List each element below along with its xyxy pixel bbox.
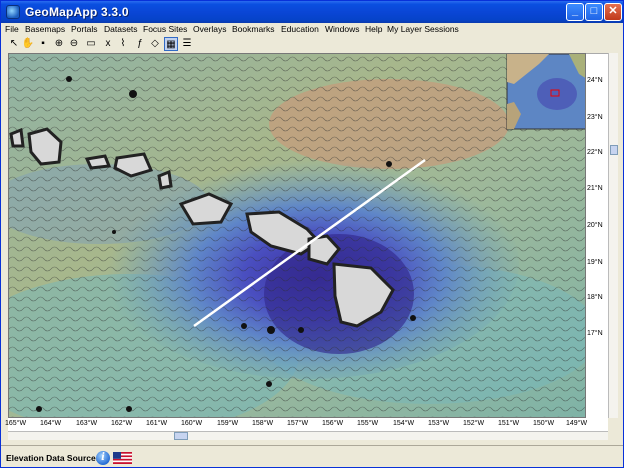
menu-bookmarks[interactable]: Bookmarks (232, 24, 275, 34)
maximize-icon: □ (590, 5, 598, 17)
xy-plot-icon[interactable]: x (101, 37, 115, 51)
latitude-tick-label: 21°N (587, 185, 603, 192)
vertical-scroll-thumb[interactable] (610, 145, 618, 155)
app-window: GeoMapApp 3.3.0 _ □ ✕ File Basemaps Port… (0, 0, 624, 468)
longitude-tick-label: 162°W (111, 420, 133, 427)
zoom-out-icon[interactable]: ⊖ (67, 37, 81, 51)
longitude-tick-label: 152°W (463, 420, 485, 427)
minimize-button[interactable]: _ (566, 3, 584, 21)
latitude-tick-label: 17°N (587, 330, 603, 337)
close-icon: ✕ (608, 5, 618, 17)
longitude-tick-label: 155°W (357, 420, 379, 427)
close-button[interactable]: ✕ (604, 3, 622, 21)
menu-focus-sites[interactable]: Focus Sites (143, 24, 187, 34)
longitude-tick-label: 158°W (252, 420, 274, 427)
longitude-tick-label: 161°W (146, 420, 168, 427)
overview-inset (506, 54, 585, 130)
shape-icon[interactable]: ◇ (148, 37, 162, 51)
profile-tool-icon[interactable]: ⌇ (116, 37, 130, 51)
status-bar: Elevation Data Sources i (1, 445, 623, 467)
latitude-tick-label: 23°N (587, 114, 603, 121)
bathymetry-map[interactable] (9, 54, 586, 418)
maximize-button[interactable]: □ (585, 3, 603, 21)
menu-overlays[interactable]: Overlays (193, 24, 227, 34)
layer-list-icon[interactable]: ☰ (180, 37, 194, 51)
longitude-tick-label: 154°W (393, 420, 415, 427)
us-flag-icon[interactable] (113, 452, 132, 464)
menu-datasets[interactable]: Datasets (104, 24, 138, 34)
menu-bar: File Basemaps Portals Datasets Focus Sit… (1, 23, 623, 37)
longitude-tick-label: 164°W (40, 420, 62, 427)
menu-portals[interactable]: Portals (71, 24, 97, 34)
map-view[interactable] (8, 53, 586, 418)
latitude-tick-label: 18°N (587, 294, 603, 301)
latitude-tick-label: 20°N (587, 222, 603, 229)
horizontal-scrollbar[interactable] (8, 431, 608, 440)
longitude-tick-label: 156°W (322, 420, 344, 427)
window-title: GeoMapApp 3.3.0 (25, 5, 129, 19)
longitude-tick-label: 165°W (5, 420, 27, 427)
menu-my-layer-sessions[interactable]: My Layer Sessions (387, 24, 459, 34)
info-icon[interactable]: i (96, 451, 110, 465)
menu-basemaps[interactable]: Basemaps (25, 24, 65, 34)
menu-file[interactable]: File (5, 24, 19, 34)
longitude-tick-label: 149°W (566, 420, 588, 427)
menu-windows[interactable]: Windows (325, 24, 359, 34)
grid-icon[interactable]: ▦ (164, 37, 178, 51)
longitude-axis: 165°W 164°W 163°W 162°W 161°W 160°W 159°W 158°W… (5, 418, 608, 431)
menu-help[interactable]: Help (365, 24, 382, 34)
elevation-data-sources-label[interactable]: Elevation Data Sources (6, 453, 100, 463)
menu-education[interactable]: Education (281, 24, 319, 34)
longitude-tick-label: 159°W (217, 420, 239, 427)
longitude-tick-label: 157°W (287, 420, 309, 427)
title-bar[interactable]: GeoMapApp 3.3.0 _ □ ✕ (1, 1, 623, 23)
zoom-in-icon[interactable]: ⊕ (52, 37, 66, 51)
horizontal-scroll-thumb[interactable] (174, 432, 188, 440)
app-icon (6, 5, 20, 19)
longitude-tick-label: 153°W (428, 420, 450, 427)
latitude-tick-label: 22°N (587, 149, 603, 156)
latitude-axis: 24°N 23°N 22°N 21°N 20°N 19°N 18°N 17°N (586, 53, 608, 418)
minimize-icon: _ (571, 5, 579, 17)
longitude-tick-label: 160°W (181, 420, 203, 427)
save-icon[interactable]: ▪ (36, 37, 50, 51)
longitude-tick-label: 151°W (498, 420, 520, 427)
latitude-tick-label: 24°N (587, 77, 603, 84)
longitude-tick-label: 163°W (76, 420, 98, 427)
function-icon[interactable]: ƒ (133, 37, 147, 51)
longitude-tick-label: 150°W (533, 420, 555, 427)
map-frame-icon[interactable]: ▭ (84, 37, 98, 51)
pan-hand-icon[interactable]: ✋ (21, 37, 35, 51)
toolbar: ↖ ✋ ▪ ⊕ ⊖ ▭ x ⌇ ƒ ◇ ▦ ☰ (1, 36, 623, 52)
latitude-tick-label: 19°N (587, 259, 603, 266)
vertical-scrollbar[interactable] (608, 53, 618, 418)
arrow-select-icon[interactable]: ↖ (7, 37, 21, 51)
